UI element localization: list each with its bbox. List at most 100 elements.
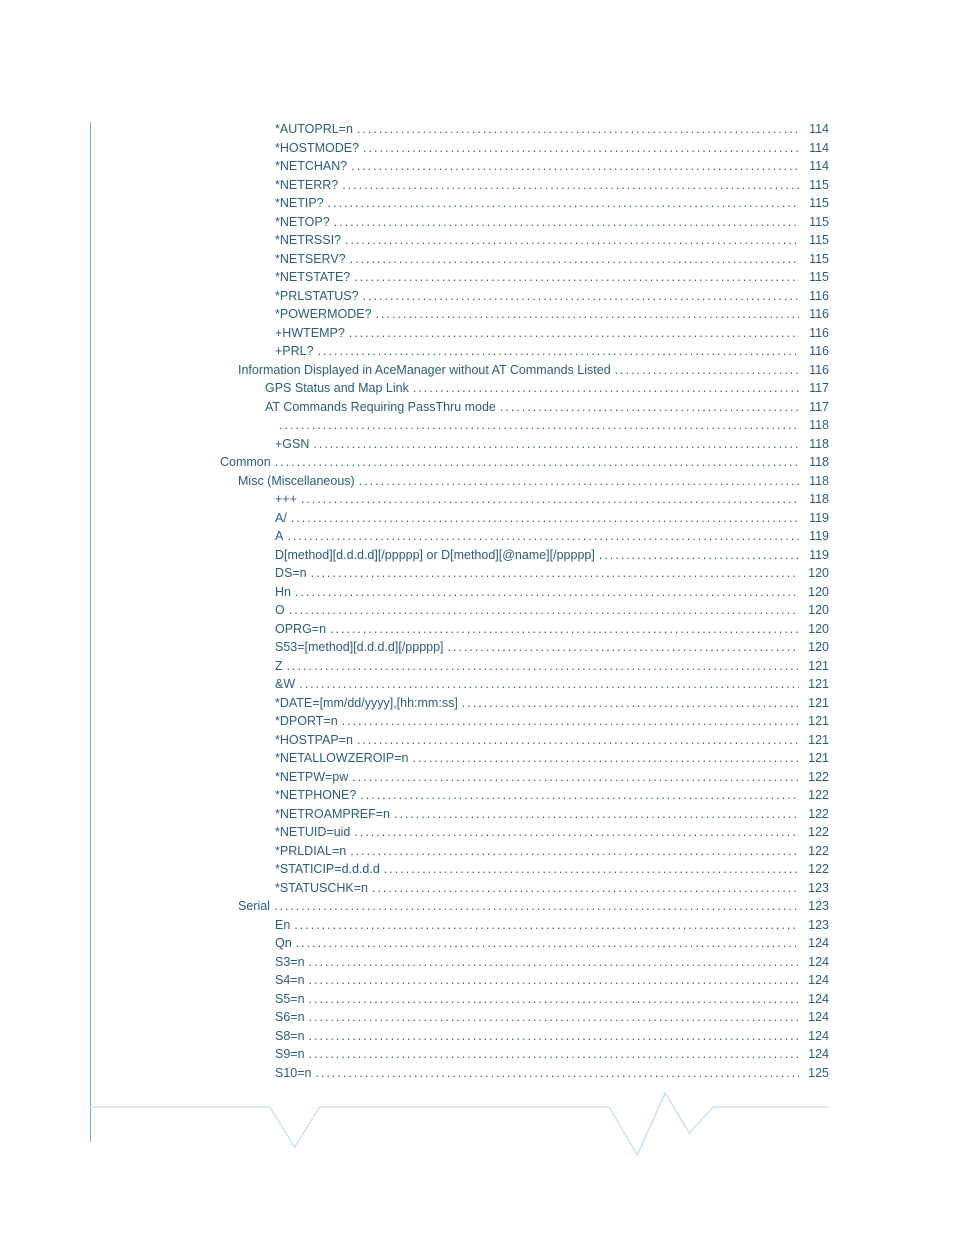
toc-entry-label: +PRL? bbox=[275, 342, 314, 361]
toc-entry-page: 114 bbox=[799, 157, 829, 176]
toc-entry[interactable]: Common118 bbox=[220, 453, 829, 472]
toc-entry[interactable]: A119 bbox=[275, 527, 829, 546]
toc-leader-dots bbox=[295, 675, 799, 694]
toc-entry[interactable]: S6=n124 bbox=[275, 1008, 829, 1027]
toc-entry[interactable]: OPRG=n120 bbox=[275, 620, 829, 639]
toc-entry[interactable]: *NETROAMPREF=n122 bbox=[275, 805, 829, 824]
toc-entry-page: 123 bbox=[799, 879, 829, 898]
toc-entry-page: 124 bbox=[799, 934, 829, 953]
toc-leader-dots bbox=[346, 842, 799, 861]
toc-entry-label: &W bbox=[275, 675, 295, 694]
toc-entry[interactable]: *NETCHAN? 114 bbox=[275, 157, 829, 176]
toc-entry[interactable]: *NETPW=pw122 bbox=[275, 768, 829, 787]
toc-entry-page: 121 bbox=[799, 712, 829, 731]
toc-leader-dots bbox=[350, 823, 799, 842]
toc-entry[interactable]: S9=n124 bbox=[275, 1045, 829, 1064]
toc-entry[interactable]: S3=n124 bbox=[275, 953, 829, 972]
toc-entry-label: Common bbox=[220, 453, 271, 472]
toc-entry[interactable]: +HWTEMP?116 bbox=[275, 324, 829, 343]
wave-decoration-icon bbox=[90, 1085, 829, 1165]
toc-entry[interactable]: *STATICIP=d.d.d.d122 bbox=[275, 860, 829, 879]
toc-entry[interactable]: *NETIP?115 bbox=[275, 194, 829, 213]
toc-entry[interactable]: S4=n124 bbox=[275, 971, 829, 990]
toc-leader-dots bbox=[285, 601, 799, 620]
toc-entry[interactable]: *DATE=[mm/dd/yyyy],[hh:mm:ss]121 bbox=[275, 694, 829, 713]
toc-entry[interactable]: S53=[method][d.d.d.d][/ppppp]120 bbox=[275, 638, 829, 657]
toc-entry-label: S53=[method][d.d.d.d][/ppppp] bbox=[275, 638, 444, 657]
toc-entry-label: S10=n bbox=[275, 1064, 312, 1083]
toc-leader-dots bbox=[353, 731, 799, 750]
toc-entry[interactable]: Serial123 bbox=[238, 897, 829, 916]
toc-entry-page: 124 bbox=[799, 1027, 829, 1046]
toc-entry[interactable]: *NETERR?115 bbox=[275, 176, 829, 195]
toc-leader-dots bbox=[458, 694, 799, 713]
toc-leader-dots bbox=[356, 786, 799, 805]
toc-leader-dots bbox=[312, 1064, 800, 1083]
toc-entry[interactable]: *NETOP?115 bbox=[275, 213, 829, 232]
toc-entry-page: 121 bbox=[799, 657, 829, 676]
toc-leader-dots bbox=[275, 416, 799, 435]
toc-entry-label: *HOSTMODE? bbox=[275, 139, 359, 158]
toc-entry-page: 119 bbox=[799, 527, 829, 546]
toc-entry-page: 125 bbox=[799, 1064, 829, 1083]
toc-entry-label: Z bbox=[275, 657, 283, 676]
toc-entry[interactable]: +GSN118 bbox=[275, 435, 829, 454]
toc-entry[interactable]: Misc (Miscellaneous)118 bbox=[238, 472, 829, 491]
toc-entry-page: 120 bbox=[799, 583, 829, 602]
toc-entry-page: 114 bbox=[799, 120, 829, 139]
toc-entry-label: DS=n bbox=[275, 564, 307, 583]
toc-entry-label: *NETCHAN? bbox=[275, 157, 347, 176]
toc-entry-page: 116 bbox=[799, 305, 829, 324]
toc-leader-dots bbox=[283, 657, 799, 676]
toc-leader-dots bbox=[496, 398, 799, 417]
toc-entry[interactable]: O120 bbox=[275, 601, 829, 620]
toc-entry[interactable]: AT Commands Requiring PassThru mode117 bbox=[265, 398, 829, 417]
toc-entry-label: +++ bbox=[275, 490, 297, 509]
toc-leader-dots bbox=[355, 472, 799, 491]
toc-entry[interactable]: *HOSTMODE?114 bbox=[275, 139, 829, 158]
toc-entry[interactable]: S5=n124 bbox=[275, 990, 829, 1009]
toc-entry[interactable]: 118 bbox=[275, 416, 829, 435]
toc-entry[interactable]: *STATUSCHK=n123 bbox=[275, 879, 829, 898]
toc-leader-dots bbox=[305, 1008, 799, 1027]
toc-entry-label: S4=n bbox=[275, 971, 305, 990]
toc-entry[interactable]: *DPORT=n121 bbox=[275, 712, 829, 731]
toc-entry[interactable]: GPS Status and Map Link117 bbox=[265, 379, 829, 398]
toc-entry-label: A/ bbox=[275, 509, 287, 528]
toc-leader-dots bbox=[305, 953, 799, 972]
toc-entry[interactable]: Z 121 bbox=[275, 657, 829, 676]
toc-entry[interactable]: *NETALLOWZEROIP=n121 bbox=[275, 749, 829, 768]
toc-entry[interactable]: *HOSTPAP=n121 bbox=[275, 731, 829, 750]
toc-entry-page: 115 bbox=[799, 231, 829, 250]
toc-entry[interactable]: *NETUID=uid122 bbox=[275, 823, 829, 842]
toc-leader-dots bbox=[307, 564, 799, 583]
toc-entry[interactable]: +PRL?116 bbox=[275, 342, 829, 361]
toc-entry[interactable]: *NETPHONE?122 bbox=[275, 786, 829, 805]
toc-entry[interactable]: *NETSTATE?115 bbox=[275, 268, 829, 287]
toc-entry[interactable]: &W121 bbox=[275, 675, 829, 694]
toc-entry-page: 121 bbox=[799, 694, 829, 713]
toc-entry-label: OPRG=n bbox=[275, 620, 326, 639]
toc-entry[interactable]: *AUTOPRL=n114 bbox=[275, 120, 829, 139]
toc-entry[interactable]: En123 bbox=[275, 916, 829, 935]
toc-entry[interactable]: *NETRSSI? 115 bbox=[275, 231, 829, 250]
toc-entry[interactable]: *PRLDIAL=n122 bbox=[275, 842, 829, 861]
toc-entry[interactable]: Qn124 bbox=[275, 934, 829, 953]
toc-entry[interactable]: *PRLSTATUS?116 bbox=[275, 287, 829, 306]
toc-entry[interactable]: A/119 bbox=[275, 509, 829, 528]
toc-entry[interactable]: S8=n124 bbox=[275, 1027, 829, 1046]
toc-entry[interactable]: Information Displayed in AceManager with… bbox=[238, 361, 829, 380]
toc-entry-label: *NETRSSI? bbox=[275, 231, 341, 250]
toc-entry[interactable]: *NETSERV?115 bbox=[275, 250, 829, 269]
toc-entry[interactable]: *POWERMODE?116 bbox=[275, 305, 829, 324]
toc-entry-page: 115 bbox=[799, 194, 829, 213]
toc-entry-page: 122 bbox=[799, 860, 829, 879]
toc-entry[interactable]: S10=n 125 bbox=[275, 1064, 829, 1083]
toc-entry[interactable]: +++118 bbox=[275, 490, 829, 509]
toc-leader-dots bbox=[353, 120, 799, 139]
toc-entry-page: 118 bbox=[799, 416, 829, 435]
toc-entry[interactable]: Hn120 bbox=[275, 583, 829, 602]
toc-entry[interactable]: DS=n120 bbox=[275, 564, 829, 583]
toc-entry[interactable]: D[method][d.d.d.d][/ppppp] or D[method][… bbox=[275, 546, 829, 565]
toc-leader-dots bbox=[359, 287, 799, 306]
